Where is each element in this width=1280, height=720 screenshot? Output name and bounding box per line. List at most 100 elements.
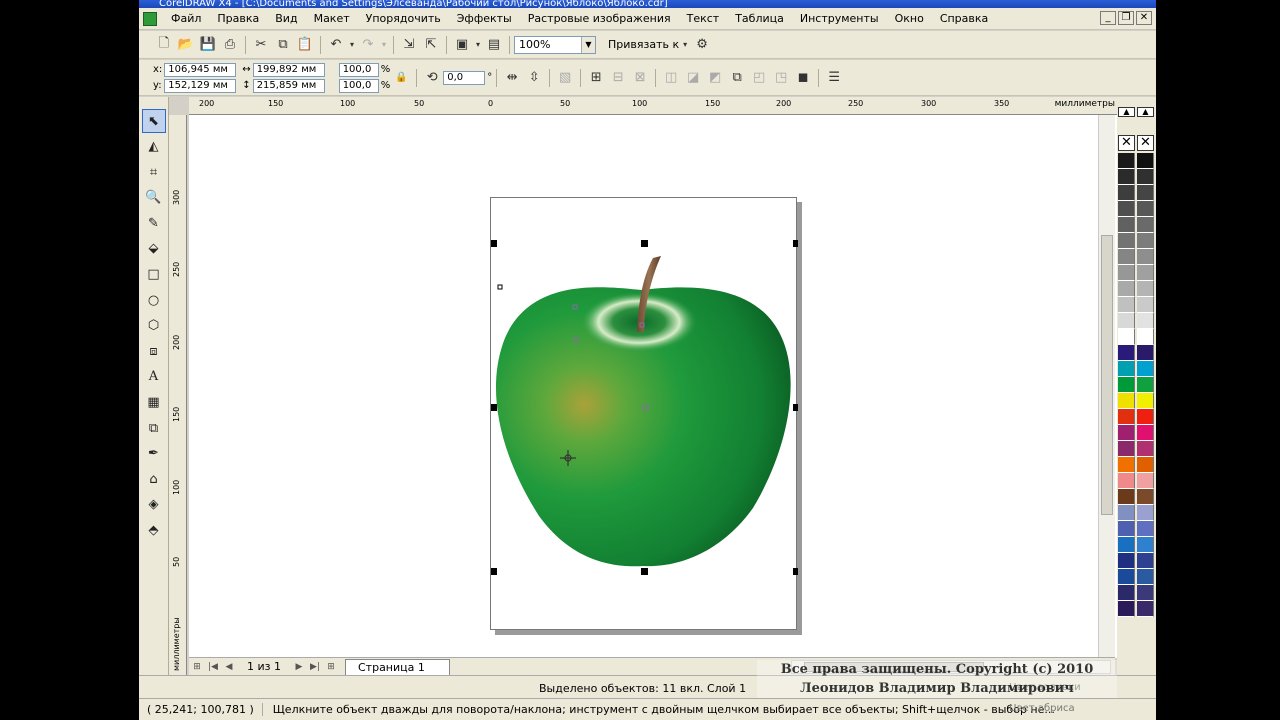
menu-bitmaps[interactable]: Растровые изображения bbox=[520, 12, 679, 25]
lock-ratio-icon[interactable]: 🔒 bbox=[390, 67, 412, 89]
color-swatch[interactable] bbox=[1137, 505, 1154, 521]
color-swatch[interactable] bbox=[1118, 217, 1135, 233]
intersect-icon[interactable]: ◩ bbox=[704, 67, 726, 89]
color-swatch[interactable] bbox=[1118, 201, 1135, 217]
ellipse-tool-icon[interactable]: ○ bbox=[142, 288, 166, 312]
color-swatch[interactable] bbox=[1137, 393, 1154, 409]
color-swatch[interactable] bbox=[1137, 537, 1154, 553]
color-swatch[interactable] bbox=[1118, 329, 1135, 345]
color-swatch[interactable] bbox=[1137, 601, 1154, 617]
color-swatch[interactable] bbox=[1137, 409, 1154, 425]
color-swatch[interactable] bbox=[1137, 569, 1154, 585]
color-swatch[interactable] bbox=[1137, 153, 1154, 169]
simplify-icon[interactable]: ⧉ bbox=[726, 67, 748, 89]
options-icon[interactable]: ⚙ bbox=[691, 34, 713, 56]
new-document-icon[interactable]: 🗋 bbox=[153, 34, 175, 56]
paste-icon[interactable]: 📋 bbox=[294, 34, 316, 56]
color-swatch[interactable] bbox=[1118, 297, 1135, 313]
menu-arrange[interactable]: Упорядочить bbox=[358, 12, 449, 25]
pick-tool-icon[interactable]: ⬉ bbox=[141, 109, 166, 133]
color-swatch[interactable] bbox=[1137, 489, 1154, 505]
color-swatch[interactable] bbox=[1118, 185, 1135, 201]
cut-icon[interactable]: ✂ bbox=[250, 34, 272, 56]
color-swatch[interactable] bbox=[1118, 505, 1135, 521]
color-swatch[interactable] bbox=[1118, 233, 1135, 249]
color-swatch[interactable] bbox=[1118, 569, 1135, 585]
color-swatch[interactable] bbox=[1118, 425, 1135, 441]
export-icon[interactable]: ⇱ bbox=[420, 34, 442, 56]
color-swatch[interactable] bbox=[1118, 281, 1135, 297]
basic-shapes-icon[interactable]: ⧈ bbox=[142, 339, 166, 363]
color-swatch[interactable] bbox=[1137, 201, 1154, 217]
menu-window[interactable]: Окно bbox=[887, 12, 932, 25]
launcher-dropdown-icon[interactable]: ▾ bbox=[473, 34, 483, 56]
color-swatch[interactable] bbox=[1118, 169, 1135, 185]
color-swatch[interactable] bbox=[1137, 473, 1154, 489]
interactive-fill-icon[interactable]: ⬘ bbox=[142, 519, 166, 543]
color-swatch[interactable] bbox=[1118, 153, 1135, 169]
chevron-down-icon[interactable]: ▼ bbox=[581, 36, 595, 53]
menu-help[interactable]: Справка bbox=[932, 12, 996, 25]
color-swatch[interactable] bbox=[1137, 345, 1154, 361]
color-swatch[interactable] bbox=[1137, 361, 1154, 377]
apple-drawing[interactable] bbox=[491, 198, 798, 631]
color-swatch[interactable] bbox=[1118, 265, 1135, 281]
color-swatch[interactable] bbox=[1118, 537, 1135, 553]
save-icon[interactable]: 💾 bbox=[197, 34, 219, 56]
first-page-icon[interactable]: |◀ bbox=[205, 662, 221, 672]
color-swatch[interactable] bbox=[1118, 457, 1135, 473]
close-icon[interactable]: ✕ bbox=[1136, 11, 1152, 25]
menu-file[interactable]: Файл bbox=[163, 12, 209, 25]
zoom-tool-icon[interactable]: 🔍 bbox=[142, 186, 166, 210]
zoom-level-select[interactable]: 100% ▼ bbox=[514, 35, 596, 54]
import-icon[interactable]: ⇲ bbox=[398, 34, 420, 56]
menu-effects[interactable]: Эффекты bbox=[449, 12, 520, 25]
ungroup-icon[interactable]: ⊟ bbox=[607, 67, 629, 89]
freehand-tool-icon[interactable]: ✎ bbox=[142, 211, 166, 235]
color-swatch[interactable] bbox=[1137, 521, 1154, 537]
no-fill-swatch-icon[interactable]: ✕ bbox=[1118, 135, 1135, 151]
color-swatch[interactable] bbox=[1137, 169, 1154, 185]
undo-icon[interactable]: ↶ bbox=[325, 34, 347, 56]
color-swatch[interactable] bbox=[1118, 553, 1135, 569]
undo-dropdown-icon[interactable]: ▾ bbox=[347, 34, 357, 56]
add-page-icon[interactable]: ⊞ bbox=[189, 662, 205, 672]
color-swatch[interactable] bbox=[1137, 249, 1154, 265]
interactive-blend-icon[interactable]: ⧉ bbox=[142, 416, 166, 440]
rectangle-tool-icon[interactable]: □ bbox=[142, 263, 166, 287]
color-swatch[interactable] bbox=[1118, 249, 1135, 265]
color-swatch[interactable] bbox=[1137, 377, 1154, 393]
no-fill-swatch-icon[interactable]: ✕ bbox=[1137, 135, 1154, 151]
create-boundary-icon[interactable]: ◼ bbox=[792, 67, 814, 89]
width-field[interactable]: 199,892 мм bbox=[252, 62, 325, 77]
print-icon[interactable]: ⎙ bbox=[219, 34, 241, 56]
copy-icon[interactable]: ⧉ bbox=[272, 34, 294, 56]
color-swatch[interactable] bbox=[1137, 265, 1154, 281]
color-swatch[interactable] bbox=[1118, 473, 1135, 489]
page-tab[interactable]: Страница 1 bbox=[345, 658, 450, 675]
last-page-icon[interactable]: ▶| bbox=[307, 662, 323, 672]
menu-view[interactable]: Вид bbox=[267, 12, 305, 25]
color-swatch[interactable] bbox=[1118, 441, 1135, 457]
color-swatch[interactable] bbox=[1118, 521, 1135, 537]
color-swatch[interactable] bbox=[1118, 489, 1135, 505]
group-icon[interactable]: ⊞ bbox=[585, 67, 607, 89]
outline-tool-icon[interactable]: ⌂ bbox=[142, 467, 166, 491]
app-icon[interactable] bbox=[143, 11, 157, 26]
menu-table[interactable]: Таблица bbox=[727, 12, 792, 25]
eyedropper-tool-icon[interactable]: ✒ bbox=[142, 442, 166, 466]
fill-tool-icon[interactable]: ◈ bbox=[142, 493, 166, 517]
color-swatch[interactable] bbox=[1137, 585, 1154, 601]
menu-text[interactable]: Текст bbox=[679, 12, 728, 25]
redo-dropdown-icon[interactable]: ▾ bbox=[379, 34, 389, 56]
color-swatch[interactable] bbox=[1137, 185, 1154, 201]
polygon-tool-icon[interactable]: ⬡ bbox=[142, 314, 166, 338]
color-swatch[interactable] bbox=[1118, 601, 1135, 617]
menu-layout[interactable]: Макет bbox=[306, 12, 358, 25]
drawing-canvas[interactable] bbox=[189, 115, 1117, 658]
shape-tool-icon[interactable]: ◭ bbox=[142, 135, 166, 159]
document-page[interactable] bbox=[490, 197, 798, 631]
color-swatch[interactable] bbox=[1118, 377, 1135, 393]
color-swatch[interactable] bbox=[1118, 409, 1135, 425]
ungroup-all-icon[interactable]: ⊠ bbox=[629, 67, 651, 89]
